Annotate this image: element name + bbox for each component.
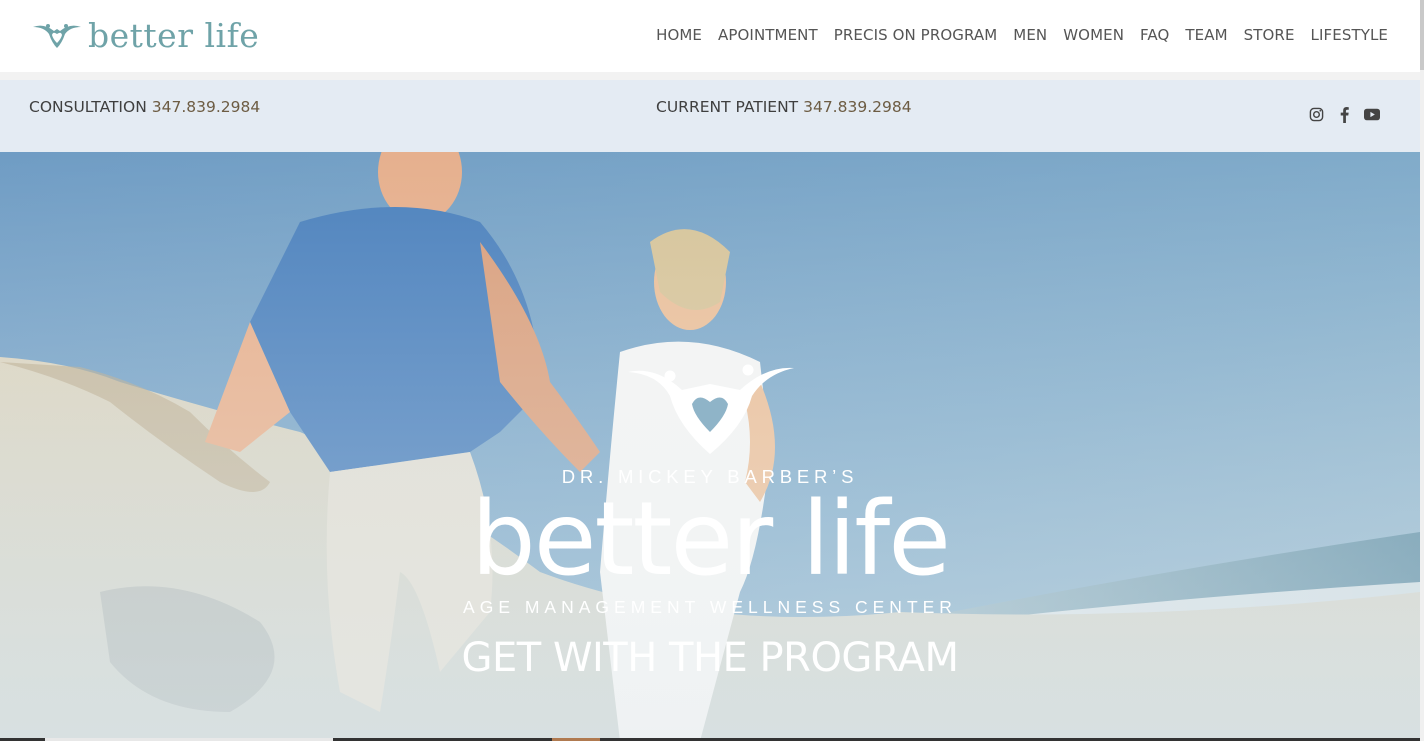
patient-phone-link[interactable]: 347.839.2984 — [803, 98, 911, 116]
hero-brand-title: better life — [471, 480, 951, 599]
nav-apointment[interactable]: APOINTMENT — [718, 26, 818, 44]
hero-subtitle: AGE MANAGEMENT WELLNESS CENTER — [463, 597, 957, 617]
logo-text: better life — [88, 16, 260, 55]
nav-home[interactable]: HOME — [656, 26, 702, 44]
social-links — [1308, 105, 1380, 123]
site-logo[interactable]: better life — [32, 18, 259, 54]
current-patient-contact: CURRENT PATIENT 347.839.2984 — [656, 98, 912, 116]
consultation-contact: CONSULTATION 347.839.2984 — [29, 98, 260, 116]
instagram-icon[interactable] — [1308, 105, 1324, 123]
site-header: better life HOME APOINTMENT PRECIS ON PR… — [0, 0, 1420, 72]
nav-store[interactable]: STORE — [1244, 26, 1295, 44]
patient-label: CURRENT PATIENT — [656, 98, 799, 116]
nav-men[interactable]: MEN — [1013, 26, 1047, 44]
nav-precis-on-program[interactable]: PRECIS ON PROGRAM — [834, 26, 998, 44]
hero-cta-heading: GET WITH THE PROGRAM — [461, 635, 959, 681]
nav-women[interactable]: WOMEN — [1063, 26, 1124, 44]
youtube-icon[interactable] — [1364, 105, 1380, 123]
consultation-phone-link[interactable]: 347.839.2984 — [152, 98, 260, 116]
hero-brand-block: DR. MICKEY BARBER’S better life AGE MANA… — [0, 152, 1420, 741]
logo-heart-icon — [33, 24, 81, 48]
header-divider — [0, 72, 1420, 80]
hero-banner: DR. MICKEY BARBER’S better life AGE MANA… — [0, 152, 1420, 741]
consultation-label: CONSULTATION — [29, 98, 147, 116]
nav-lifestyle[interactable]: LIFESTYLE — [1311, 26, 1388, 44]
scrollbar-thumb[interactable] — [1420, 0, 1424, 70]
facebook-icon[interactable] — [1336, 105, 1352, 123]
page-scrollbar[interactable] — [1420, 0, 1424, 741]
contact-bar: CONSULTATION 347.839.2984 CURRENT PATIEN… — [0, 80, 1420, 152]
nav-faq[interactable]: FAQ — [1140, 26, 1169, 44]
nav-team[interactable]: TEAM — [1185, 26, 1227, 44]
brand-heart-icon — [628, 364, 794, 454]
main-nav: HOME APOINTMENT PRECIS ON PROGRAM MEN WO… — [656, 26, 1388, 44]
